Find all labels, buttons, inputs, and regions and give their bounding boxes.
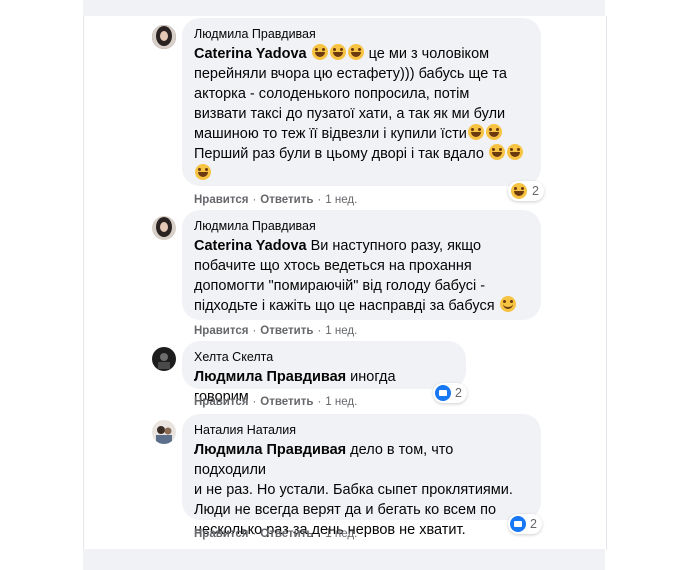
comment-text: Caterina Yadova це ми з чоловіком перейн… [194,44,529,184]
laugh-emoji-icon [488,144,505,160]
comment-text: Caterina Yadova Ви наступного разу, якщо… [194,236,529,316]
comment-bubble: Людмила Правдивая Caterina Yadova це ми … [182,18,541,186]
smile-emoji-icon [499,296,516,312]
bottom-fade [83,549,605,570]
reaction-summary[interactable]: 2 [508,514,542,534]
timestamp[interactable]: 1 нед. [325,528,357,540]
comment-author[interactable]: Наталия Наталия [194,422,529,438]
reply-button[interactable]: Ответить [260,194,313,206]
reaction-count: 2 [530,517,537,531]
reaction-summary[interactable]: 2 [433,383,467,403]
comment-author[interactable]: Людмила Правдивая [194,26,529,42]
avatar[interactable] [152,25,176,49]
timestamp[interactable]: 1 нед. [325,194,357,206]
reaction-count: 2 [532,184,539,198]
like-icon [435,385,451,401]
avatar[interactable] [152,347,176,371]
laugh-emoji-icon [506,144,523,160]
timestamp[interactable]: 1 нед. [325,396,357,408]
timestamp[interactable]: 1 нед. [325,325,357,337]
comment-actions: Нравится · Ответить · 1 нед. [194,194,358,206]
like-icon [510,516,526,532]
like-button[interactable]: Нравится [194,396,248,408]
comment-actions: Нравится · Ответить · 1 нед. [194,528,358,540]
like-button[interactable]: Нравится [194,325,248,337]
reaction-summary[interactable]: 2 [508,181,544,201]
laugh-emoji-icon [347,44,364,60]
comment-actions: Нравится · Ответить · 1 нед. [194,396,358,408]
comment-bubble: Хелта Скелта Людмила Правдивая иногда го… [182,341,466,405]
comment-bubble: Наталия Наталия Людмила Правдивая дело в… [182,414,541,538]
mention-link[interactable]: Людмила Правдивая [194,369,346,385]
laugh-emoji-icon [195,164,211,180]
avatar[interactable] [152,420,176,444]
laugh-emoji-icon [511,183,527,199]
laugh-emoji-icon [467,124,484,140]
like-button[interactable]: Нравится [194,528,248,540]
reply-button[interactable]: Ответить [260,528,313,540]
avatar[interactable] [152,216,176,240]
comment-actions: Нравится · Ответить · 1 нед. [194,325,358,337]
mention-link[interactable]: Людмила Правдивая [194,442,346,458]
laugh-emoji-icon [329,44,346,60]
comment-author[interactable]: Хелта Скелта [194,349,454,365]
mention-link[interactable]: Caterina Yadova [194,238,307,254]
laugh-emoji-icon [485,124,502,140]
comment-text: Людмила Правдивая дело в том, что подход… [194,442,513,538]
reaction-count: 2 [455,386,462,400]
mention-link[interactable]: Caterina Yadova [194,46,307,62]
reply-button[interactable]: Ответить [260,325,313,337]
comment-author[interactable]: Людмила Правдивая [194,218,529,234]
reply-button[interactable]: Ответить [260,396,313,408]
comment-bubble: Людмила Правдивая Caterina Yadova Ви нас… [182,210,541,320]
laugh-emoji-icon [311,44,328,60]
like-button[interactable]: Нравится [194,194,248,206]
